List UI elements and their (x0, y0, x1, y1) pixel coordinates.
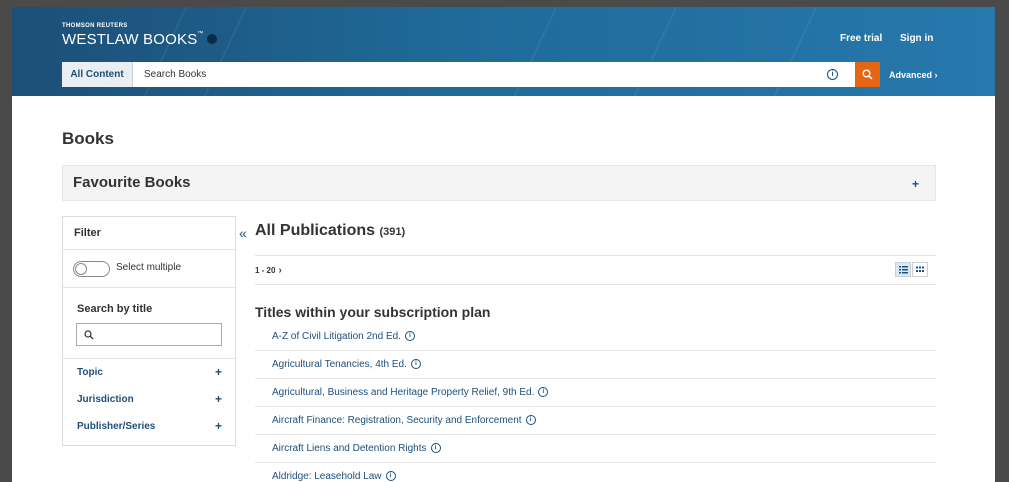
search-bar: All Content i (62, 62, 855, 87)
list-item: Aircraft Finance: Registration, Security… (255, 407, 936, 435)
expand-icon[interactable]: + (215, 392, 222, 406)
list-item: Agricultural, Business and Heritage Prop… (255, 379, 936, 407)
select-multiple-label: Select multiple (116, 262, 182, 273)
list-view-button[interactable] (895, 262, 911, 277)
page-title: Books (62, 129, 114, 148)
info-icon[interactable]: i (525, 415, 536, 426)
subscription-section-title: Titles within your subscription plan (255, 304, 491, 320)
search-scope-dropdown[interactable]: All Content (62, 62, 133, 87)
facet-topic[interactable]: Topic + (63, 359, 235, 386)
browser-viewport: THOMSON REUTERS WESTLAW BOOKS™ Free tria… (12, 7, 995, 482)
facet-label: Topic (77, 367, 103, 378)
search-input[interactable] (134, 62, 814, 87)
advanced-search-link[interactable]: Advanced › (889, 70, 938, 80)
select-multiple-row: Select multiple (63, 250, 235, 288)
filter-title: Filter (63, 217, 235, 250)
favourite-books-title: Favourite Books (73, 174, 191, 191)
publication-link[interactable]: Agricultural, Business and Heritage Prop… (272, 387, 534, 398)
facet-publisher-series[interactable]: Publisher/Series + (63, 413, 235, 440)
pagination: 1 - 20 › (255, 265, 282, 276)
free-trial-link[interactable]: Free trial (840, 33, 882, 44)
brand-logo[interactable]: WESTLAW BOOKS™ (62, 31, 217, 48)
next-page-icon[interactable]: › (278, 265, 281, 276)
filter-panel: Filter Select multiple Search by title T… (62, 216, 236, 446)
favourite-books-panel[interactable]: Favourite Books + (62, 165, 936, 201)
grid-view-icon (916, 266, 924, 272)
facet-label: Jurisdiction (77, 394, 134, 405)
brand-company: THOMSON REUTERS (62, 23, 128, 29)
expand-icon[interactable]: + (215, 365, 222, 379)
product-menu-icon[interactable] (206, 34, 217, 45)
search-icon (862, 69, 873, 80)
brand-trademark: ™ (197, 31, 204, 37)
search-icon (84, 330, 94, 340)
publication-link[interactable]: Aldridge: Leasehold Law (272, 471, 382, 482)
title-search-input[interactable] (76, 323, 222, 346)
list-item: A-Z of Civil Litigation 2nd Ed. i (255, 323, 936, 351)
brand-name: WESTLAW BOOKS (62, 31, 198, 48)
search-by-title-label: Search by title (77, 303, 153, 315)
publication-link[interactable]: Agricultural Tenancies, 4th Ed. (272, 359, 407, 370)
expand-icon[interactable]: + (215, 419, 222, 433)
search-button[interactable] (855, 62, 880, 87)
results-toolbar: 1 - 20 › (255, 255, 936, 285)
list-view-icon (899, 266, 908, 274)
list-item: Aircraft Liens and Detention Rights i (255, 435, 936, 463)
info-icon[interactable]: i (410, 359, 421, 370)
site-header: THOMSON REUTERS WESTLAW BOOKS™ Free tria… (12, 7, 995, 96)
info-icon[interactable]: i (538, 387, 549, 398)
facet-jurisdiction[interactable]: Jurisdiction + (63, 386, 235, 413)
toggle-knob (75, 263, 87, 275)
page-range: 1 - 20 (255, 266, 276, 275)
sign-in-link[interactable]: Sign in (900, 33, 933, 44)
publications-heading: All Publications (391) (255, 222, 405, 240)
list-item: Agricultural Tenancies, 4th Ed. i (255, 351, 936, 379)
expand-favourites-icon[interactable]: + (912, 177, 919, 191)
list-item: Aldridge: Leasehold Law i (255, 463, 936, 482)
publication-list: A-Z of Civil Litigation 2nd Ed. i Agricul… (255, 323, 936, 482)
publication-link[interactable]: Aircraft Liens and Detention Rights (272, 443, 427, 454)
info-icon[interactable]: i (404, 331, 415, 342)
publication-link[interactable]: Aircraft Finance: Registration, Security… (272, 415, 522, 426)
select-multiple-toggle[interactable] (73, 261, 110, 277)
collapse-filter-icon[interactable]: « (239, 225, 247, 241)
search-info-icon[interactable]: i (827, 69, 838, 80)
facet-label: Publisher/Series (77, 421, 156, 432)
info-icon[interactable]: i (385, 471, 396, 482)
publications-title: All Publications (255, 222, 376, 239)
publication-link[interactable]: A-Z of Civil Litigation 2nd Ed. (272, 331, 401, 342)
search-by-title-section: Search by title (63, 288, 235, 359)
grid-view-button[interactable] (912, 262, 928, 277)
info-icon[interactable]: i (430, 443, 441, 454)
publications-count: (391) (379, 226, 406, 238)
